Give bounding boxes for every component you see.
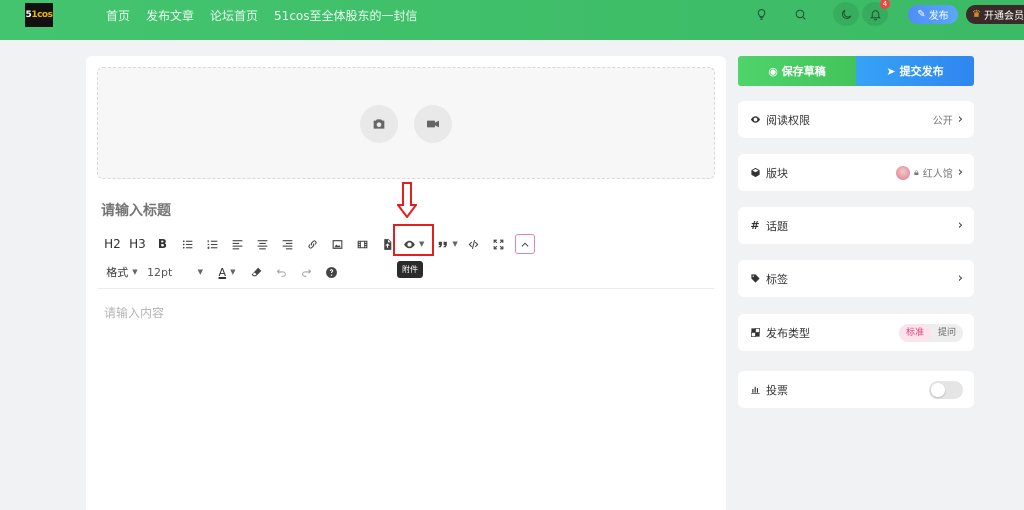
help-question-icon[interactable] xyxy=(319,261,344,283)
caret-down-icon: ▼ xyxy=(197,268,203,276)
main-nav: 首页 发布文章 论坛首页 51cos至全体股东的一封信 xyxy=(106,7,418,24)
editor-card: H2 H3 B ▼ xyxy=(86,56,726,510)
nav-shareholder-letter[interactable]: 51cos至全体股东的一封信 xyxy=(274,7,417,24)
save-draft-button[interactable]: ◉ 保存草稿 xyxy=(738,56,856,86)
title-input[interactable] xyxy=(101,202,681,218)
publish-type-row: 发布类型 标准 提问 xyxy=(738,314,974,351)
action-buttons: ◉ 保存草稿 ➤ 提交发布 xyxy=(738,56,974,86)
redo-icon[interactable] xyxy=(294,261,319,283)
forum-section-row[interactable]: 版块 🔒︎ 红人馆 › xyxy=(738,154,974,191)
align-center-icon[interactable] xyxy=(250,233,275,255)
format-select[interactable]: 格式 ▼ xyxy=(100,261,144,283)
submit-publish-button[interactable]: ➤ 提交发布 xyxy=(856,56,974,86)
publish-type-standard[interactable]: 标准 xyxy=(898,323,931,342)
read-permission-value: 公开 xyxy=(932,116,953,127)
cube-icon xyxy=(749,167,761,179)
caret-down-icon: ▼ xyxy=(132,268,138,276)
link-icon[interactable] xyxy=(300,233,325,255)
annotation-down-arrow xyxy=(397,182,417,218)
nav-publish-article[interactable]: 发布文章 xyxy=(146,7,194,24)
video-camera-icon[interactable] xyxy=(414,105,452,143)
publish-type-segmented: 标准 提问 xyxy=(898,323,963,342)
nav-forum-home[interactable]: 论坛首页 xyxy=(210,7,258,24)
fullscreen-icon[interactable] xyxy=(486,233,511,255)
align-right-icon[interactable] xyxy=(275,233,300,255)
eye-icon xyxy=(749,114,761,126)
caret-down-icon: ▼ xyxy=(230,268,236,276)
font-color-select[interactable]: A ▼ xyxy=(210,261,244,283)
chevron-right-icon: › xyxy=(957,218,963,233)
camera-icon[interactable] xyxy=(360,105,398,143)
forum-value: 红人馆 xyxy=(922,169,953,180)
vip-membership-button[interactable]: ♛ 开通会员 xyxy=(966,5,1024,24)
heading-3-button[interactable]: H3 xyxy=(125,233,150,255)
hashtag-icon: # xyxy=(750,219,760,232)
toolbar-divider xyxy=(98,288,714,289)
crown-icon: ♛ xyxy=(972,9,981,20)
vote-toggle[interactable] xyxy=(929,380,963,399)
lock-icon: 🔒︎ xyxy=(914,167,919,178)
code-icon[interactable] xyxy=(461,233,486,255)
notification-badge: 4 xyxy=(880,0,890,9)
dark-mode-moon-icon[interactable] xyxy=(833,2,859,26)
media-upload-area[interactable] xyxy=(97,67,715,179)
collapse-toolbar-chevron-up-icon[interactable] xyxy=(514,234,535,254)
search-icon[interactable] xyxy=(789,4,811,24)
vote-row: 投票 xyxy=(738,371,974,408)
undo-icon[interactable] xyxy=(269,261,294,283)
numbered-list-icon[interactable] xyxy=(200,233,225,255)
content-editor-area[interactable]: 请输入内容 xyxy=(104,304,164,321)
nav-home[interactable]: 首页 xyxy=(106,7,130,24)
paper-plane-icon: ➤ xyxy=(886,64,896,78)
publish-type-question[interactable]: 提问 xyxy=(931,324,963,342)
quote-icon xyxy=(438,241,448,247)
attachment-tooltip: 附件 xyxy=(397,261,423,278)
heading-2-button[interactable]: H2 xyxy=(100,233,125,255)
chevron-right-icon: › xyxy=(957,165,963,180)
forum-avatar xyxy=(896,165,910,180)
pencil-icon: ✎ xyxy=(917,9,926,20)
bar-chart-icon xyxy=(749,384,761,396)
eraser-clear-format-icon[interactable] xyxy=(244,261,269,283)
target-icon: ◉ xyxy=(768,64,778,78)
tags-row[interactable]: 标签 › xyxy=(738,260,974,297)
font-size-select[interactable]: 12pt ▼ xyxy=(144,261,206,283)
caret-down-icon: ▼ xyxy=(452,240,458,248)
header-publish-button[interactable]: ✎ 发布 xyxy=(908,5,958,24)
chevron-right-icon: › xyxy=(957,271,963,286)
bold-button[interactable]: B xyxy=(150,233,175,255)
annotation-highlight-box xyxy=(393,224,434,256)
align-left-icon[interactable] xyxy=(225,233,250,255)
image-icon[interactable] xyxy=(325,233,350,255)
chevron-right-icon: › xyxy=(957,112,963,127)
blockquote-dropdown[interactable]: ▼ xyxy=(433,233,460,255)
editor-toolbar-row-1: H2 H3 B ▼ ▼ xyxy=(100,232,535,256)
tag-icon xyxy=(749,273,761,285)
editor-toolbar-row-2: 格式 ▼ 12pt ▼ A ▼ xyxy=(100,260,344,284)
notification-bell-icon[interactable]: 4 xyxy=(862,0,890,26)
lightbulb-icon[interactable] xyxy=(750,4,772,24)
top-header: 51cos 首页 发布文章 论坛首页 51cos至全体股东的一封信 4 ✎ 发布… xyxy=(0,0,1024,40)
read-permission-row[interactable]: 阅读权限 公开 › xyxy=(738,101,974,138)
topic-row[interactable]: # 话题 › xyxy=(738,207,974,244)
site-logo[interactable]: 51cos xyxy=(25,3,53,27)
media-film-icon[interactable] xyxy=(350,233,375,255)
checkerboard-icon xyxy=(749,327,761,339)
bullet-list-icon[interactable] xyxy=(175,233,200,255)
